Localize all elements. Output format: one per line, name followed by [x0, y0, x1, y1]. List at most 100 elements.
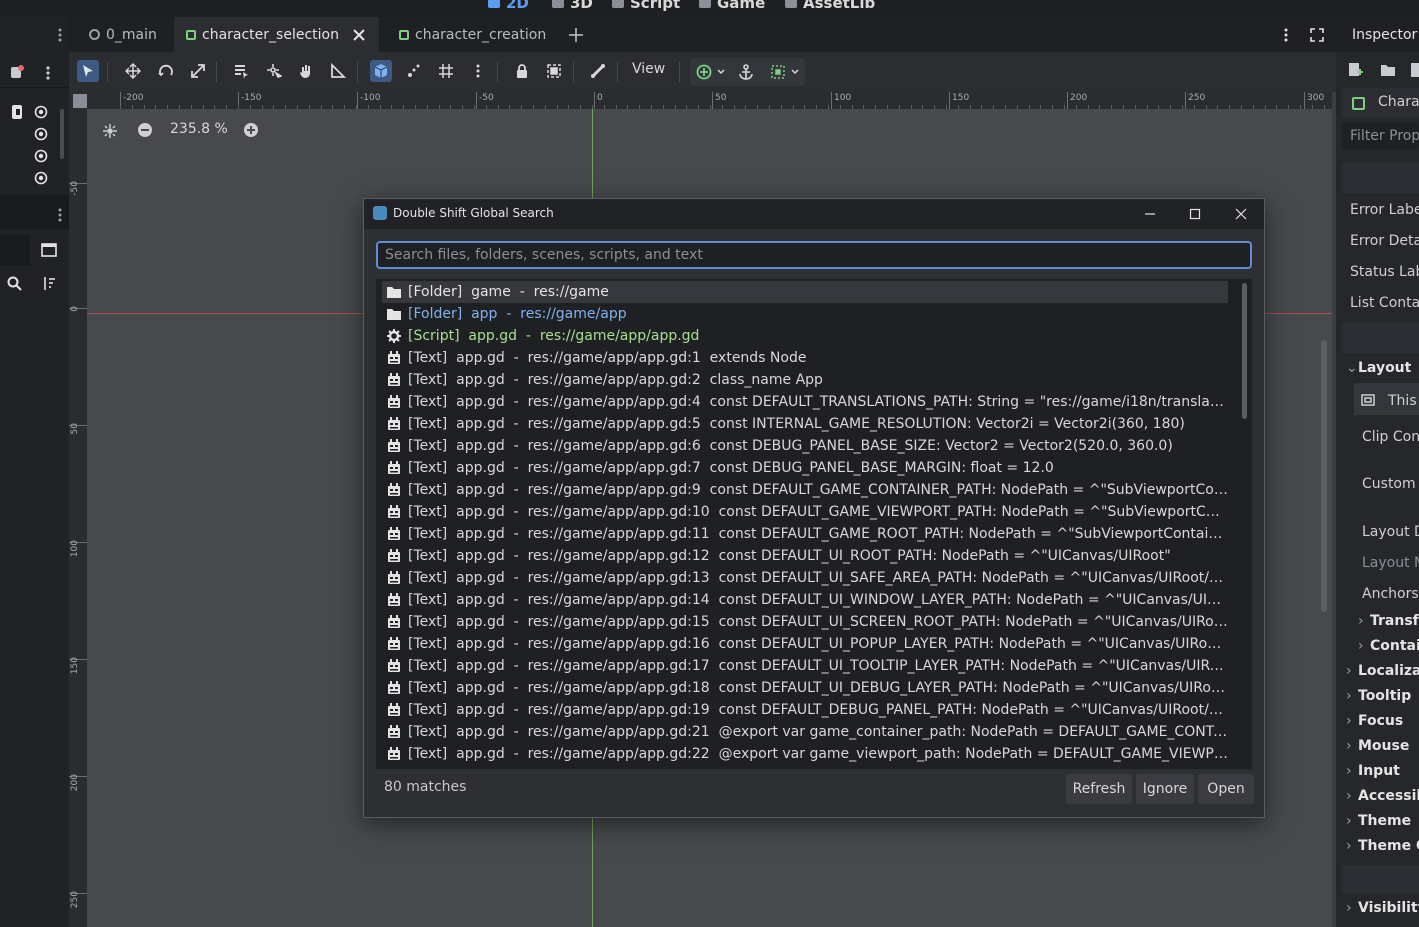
visibility-eye-icon[interactable] — [34, 127, 48, 141]
subsection-container-sizing[interactable]: › Contai — [1358, 638, 1419, 654]
property-status-label[interactable]: Status Lab — [1350, 264, 1419, 280]
tab-character-selection[interactable]: character_selection — [174, 17, 379, 52]
property-error-label[interactable]: Error Labe — [1350, 202, 1419, 218]
search-result-row[interactable]: [Text] app.gd - res://game/app/app.gd:7 … — [382, 457, 1228, 479]
left-dock-scrollbar[interactable] — [60, 109, 64, 159]
pivot-tool-icon[interactable] — [263, 60, 285, 82]
property-clip-contents[interactable]: Clip Con — [1362, 429, 1419, 445]
tab-inspector[interactable]: Inspector — [1352, 27, 1417, 43]
group-icon[interactable] — [543, 60, 565, 82]
anchor-icon[interactable] — [738, 64, 754, 80]
smart-snap-box-icon[interactable] — [370, 60, 392, 82]
property-layout-direction[interactable]: Layout D — [1362, 524, 1419, 540]
section-focus[interactable]: › Focus — [1346, 713, 1403, 729]
ruler-tool-icon[interactable] — [327, 60, 349, 82]
open-button[interactable]: Open — [1198, 774, 1254, 804]
fullscreen-icon[interactable] — [1310, 28, 1324, 42]
search-result-row[interactable]: [Folder] app - res://game/app — [382, 303, 1228, 325]
dialog-titlebar[interactable]: Double Shift Global Search — [364, 199, 1264, 229]
search-result-row[interactable]: [Text] app.gd - res://game/app/app.gd:16… — [382, 633, 1228, 655]
list-select-tool-icon[interactable] — [230, 60, 252, 82]
property-anchors-preset[interactable]: Anchors — [1362, 586, 1419, 602]
search-result-row[interactable]: [Text] app.gd - res://game/app/app.gd:21… — [382, 721, 1228, 743]
section-theme-overrides[interactable]: ›Theme C — [1346, 838, 1419, 854]
subsection-transform[interactable]: ›Transfo — [1358, 613, 1419, 629]
open-folder-icon[interactable] — [1380, 63, 1396, 77]
visibility-eye-icon[interactable] — [34, 171, 48, 185]
lock-icon[interactable] — [511, 60, 533, 82]
section-accessibility[interactable]: ›Accessib — [1346, 788, 1419, 804]
search-result-row[interactable]: [Text] app.gd - res://game/app/app.gd:13… — [382, 567, 1228, 589]
add-tab-icon[interactable] — [569, 28, 583, 42]
visibility-eye-icon[interactable] — [34, 105, 48, 119]
dock-menu-dots-icon[interactable] — [56, 207, 64, 223]
select-tool-icon[interactable] — [77, 60, 99, 82]
search-result-row[interactable]: [Text] app.gd - res://game/app/app.gd:12… — [382, 545, 1228, 567]
search-result-row[interactable]: [Text] app.gd - res://game/app/app.gd:2 … — [382, 369, 1228, 391]
search-icon[interactable] — [7, 276, 22, 291]
search-result-row[interactable]: [Text] app.gd - res://game/app/app.gd:6 … — [382, 435, 1228, 457]
bone-tool-icon[interactable] — [587, 60, 609, 82]
search-result-row[interactable]: [Text] app.gd - res://game/app/app.gd:9 … — [382, 479, 1228, 501]
scene-menu-dots-icon[interactable] — [1282, 27, 1290, 43]
mode-script-button[interactable]: Script — [612, 0, 680, 12]
anchor-preset-icon[interactable] — [770, 64, 786, 80]
ignore-button[interactable]: Ignore — [1136, 774, 1194, 804]
left-menu-dots-icon[interactable] — [44, 65, 52, 81]
toolbar-more-dots-icon[interactable] — [467, 60, 489, 82]
results-scrollbar[interactable] — [1242, 283, 1247, 419]
search-result-row[interactable]: [Script] app.gd - res://game/app/app.gd — [382, 325, 1228, 347]
grid-icon[interactable] — [435, 60, 457, 82]
visibility-eye-icon[interactable] — [34, 149, 48, 163]
chevron-down-icon[interactable] — [791, 69, 799, 75]
center-view-icon[interactable] — [102, 123, 118, 139]
section-visibility[interactable]: ›Visibility — [1346, 900, 1419, 916]
viewport-scrollbar[interactable] — [1321, 340, 1327, 612]
tabbar-menu-dots-icon[interactable] — [56, 27, 64, 43]
scale-tool-icon[interactable] — [187, 60, 209, 82]
search-result-row[interactable]: [Folder] game - res://game — [382, 281, 1228, 303]
search-result-row[interactable]: [Text] app.gd - res://game/app/app.gd:15… — [382, 611, 1228, 633]
mode-game-button[interactable]: Game — [699, 0, 765, 12]
minimize-icon[interactable] — [1139, 203, 1161, 225]
search-result-row[interactable]: [Text] app.gd - res://game/app/app.gd:1 … — [382, 347, 1228, 369]
property-layout-mode[interactable]: Layout M — [1362, 555, 1419, 571]
tab-character-creation[interactable]: character_creation — [387, 17, 559, 52]
search-result-row[interactable]: [Text] app.gd - res://game/app/app.gd:4 … — [382, 391, 1228, 413]
add-node-green-icon[interactable] — [696, 64, 712, 80]
section-tooltip[interactable]: › Tooltip — [1346, 688, 1411, 704]
search-result-row[interactable]: [Text] app.gd - res://game/app/app.gd:10… — [382, 501, 1228, 523]
search-result-row[interactable]: [Text] app.gd - res://game/app/app.gd:11… — [382, 523, 1228, 545]
property-error-details[interactable]: Error Detai — [1350, 233, 1419, 249]
search-result-row[interactable]: [Text] app.gd - res://game/app/app.gd:22… — [382, 743, 1228, 765]
script-tool-icon[interactable] — [9, 64, 25, 80]
mode-assetlib-button[interactable]: AssetLib — [785, 0, 875, 12]
window-icon[interactable] — [41, 243, 57, 257]
property-custom-minimum-size[interactable]: Custom — [1362, 476, 1416, 492]
section-layout[interactable]: ⌄Layout — [1346, 360, 1411, 376]
pan-hand-icon[interactable] — [295, 60, 317, 82]
refresh-button[interactable]: Refresh — [1066, 774, 1132, 804]
search-result-row[interactable]: [Text] app.gd - res://game/app/app.gd:19… — [382, 699, 1228, 721]
search-result-row[interactable]: [Text] app.gd - res://game/app/app.gd:14… — [382, 589, 1228, 611]
sort-icon[interactable] — [41, 276, 56, 291]
zoom-level-label[interactable]: 235.8 % — [170, 121, 228, 137]
view-menu-button[interactable]: View — [632, 61, 665, 77]
save-resource-icon[interactable] — [1411, 63, 1419, 77]
mode-2d-button[interactable]: 2D — [488, 0, 529, 12]
close-icon[interactable] — [1230, 203, 1252, 225]
search-result-row[interactable]: [Text] app.gd - res://game/app/app.gd:17… — [382, 655, 1228, 677]
close-tab-icon[interactable] — [353, 28, 365, 41]
search-result-row[interactable]: [Text] app.gd - res://game/app/app.gd:5 … — [382, 413, 1228, 435]
zoom-in-icon[interactable] — [244, 123, 258, 137]
chevron-down-icon[interactable] — [717, 69, 725, 75]
new-resource-icon[interactable] — [1348, 62, 1363, 78]
tab-0-main[interactable]: 0_main — [77, 17, 177, 52]
property-list-container[interactable]: List Contai — [1350, 295, 1419, 311]
mode-3d-button[interactable]: 3D — [552, 0, 593, 12]
maximize-icon[interactable] — [1184, 203, 1206, 225]
section-mouse[interactable]: › Mouse — [1346, 738, 1409, 754]
move-tool-icon[interactable] — [122, 60, 144, 82]
global-search-input[interactable] — [376, 241, 1252, 269]
section-theme[interactable]: › Theme — [1346, 813, 1411, 829]
